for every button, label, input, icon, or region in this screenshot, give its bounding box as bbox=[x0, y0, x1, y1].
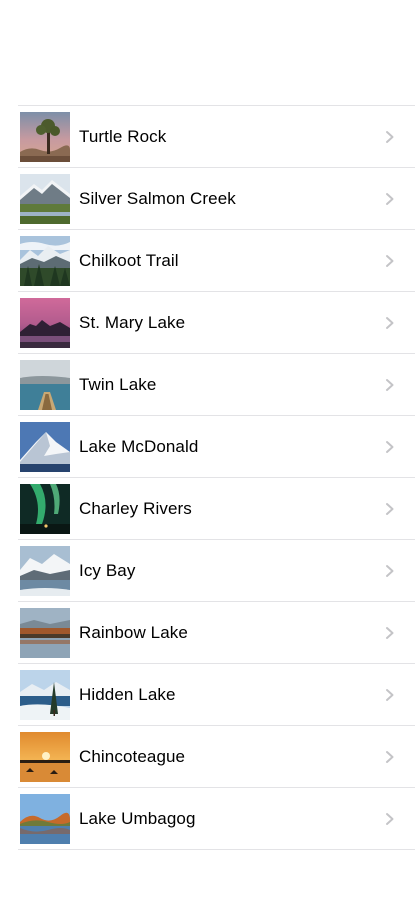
landmark-thumbnail bbox=[20, 545, 70, 596]
chevron-right-icon bbox=[383, 378, 397, 392]
landmark-name: Twin Lake bbox=[79, 374, 157, 394]
landmark-name: St. Mary Lake bbox=[79, 312, 186, 332]
landmark-list: Turtle Rock Silver Salmon Creek Chilkoot… bbox=[18, 105, 415, 850]
landmark-name: Charley Rivers bbox=[79, 498, 192, 518]
landmark-row-turtle-rock[interactable]: Turtle Rock bbox=[18, 106, 415, 168]
landmark-name: Chilkoot Trail bbox=[79, 250, 179, 270]
landmark-name: Turtle Rock bbox=[79, 126, 167, 146]
chevron-right-icon bbox=[383, 254, 397, 268]
landmark-thumbnail bbox=[20, 235, 70, 286]
landmark-row-chincoteague[interactable]: Chincoteague bbox=[18, 726, 415, 788]
landmark-thumbnail bbox=[20, 359, 70, 410]
landmark-thumbnail bbox=[20, 731, 70, 782]
landmark-row-icy-bay[interactable]: Icy Bay bbox=[18, 540, 415, 602]
landmark-row-charley-rivers[interactable]: Charley Rivers bbox=[18, 478, 415, 540]
landmark-name: Rainbow Lake bbox=[79, 622, 188, 642]
landmark-name: Lake Umbagog bbox=[79, 808, 196, 828]
landmark-name: Chincoteague bbox=[79, 746, 186, 766]
landmark-thumbnail bbox=[20, 421, 70, 472]
landmark-thumbnail bbox=[20, 793, 70, 844]
landmark-row-chilkoot-trail[interactable]: Chilkoot Trail bbox=[18, 230, 415, 292]
landmark-name: Silver Salmon Creek bbox=[79, 188, 236, 208]
chevron-right-icon bbox=[383, 812, 397, 826]
landmark-thumbnail bbox=[20, 111, 70, 162]
landmark-row-hidden-lake[interactable]: Hidden Lake bbox=[18, 664, 415, 726]
landmark-row-twin-lake[interactable]: Twin Lake bbox=[18, 354, 415, 416]
landmark-name: Lake McDonald bbox=[79, 436, 199, 456]
landmark-row-st-mary-lake[interactable]: St. Mary Lake bbox=[18, 292, 415, 354]
landmark-thumbnail bbox=[20, 607, 70, 658]
landmarks-screen: { "landmarks": [ { "name": "Turtle Rock"… bbox=[0, 0, 415, 900]
chevron-right-icon bbox=[383, 316, 397, 330]
chevron-right-icon bbox=[383, 192, 397, 206]
landmark-row-lake-mcdonald[interactable]: Lake McDonald bbox=[18, 416, 415, 478]
landmark-name: Icy Bay bbox=[79, 560, 136, 580]
landmark-row-rainbow-lake[interactable]: Rainbow Lake bbox=[18, 602, 415, 664]
chevron-right-icon bbox=[383, 750, 397, 764]
landmark-thumbnail bbox=[20, 483, 70, 534]
chevron-right-icon bbox=[383, 688, 397, 702]
landmark-row-silver-salmon-creek[interactable]: Silver Salmon Creek bbox=[18, 168, 415, 230]
landmark-thumbnail bbox=[20, 297, 70, 348]
chevron-right-icon bbox=[383, 564, 397, 578]
chevron-right-icon bbox=[383, 130, 397, 144]
landmark-thumbnail bbox=[20, 669, 70, 720]
chevron-right-icon bbox=[383, 502, 397, 516]
landmark-thumbnail bbox=[20, 173, 70, 224]
chevron-right-icon bbox=[383, 440, 397, 454]
chevron-right-icon bbox=[383, 626, 397, 640]
landmark-row-lake-umbagog[interactable]: Lake Umbagog bbox=[18, 788, 415, 850]
landmark-name: Hidden Lake bbox=[79, 684, 176, 704]
